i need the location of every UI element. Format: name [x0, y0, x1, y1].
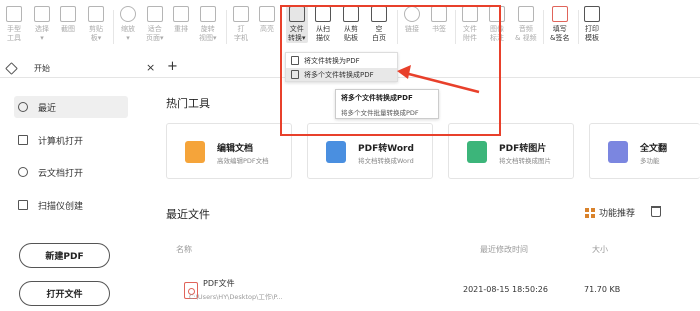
- sidebar-item-scanner-create[interactable]: 扫描仪创建: [14, 194, 128, 216]
- tab-start[interactable]: 开始: [34, 63, 50, 74]
- toolbar-divider: [226, 10, 227, 44]
- reflow-icon: [173, 6, 189, 22]
- clock-icon: [18, 102, 28, 112]
- toolbar-divider: [578, 10, 579, 44]
- zoom-icon: [120, 6, 136, 22]
- clipboard-tool-button[interactable]: 剪贴 板▾: [88, 6, 104, 43]
- table-row[interactable]: PDF文件 C:\Users\HY\Desktop\工作\P... 2021-0…: [166, 270, 660, 306]
- edit-pdf-icon: [185, 141, 205, 163]
- highlight-tool-button[interactable]: 高亮: [259, 6, 275, 34]
- image-icon: [467, 141, 487, 163]
- open-file-button[interactable]: 打开文件: [19, 281, 110, 306]
- fit-page-icon: [146, 6, 163, 22]
- toolbar-divider: [543, 10, 544, 44]
- cloud-icon: [18, 167, 28, 177]
- sidebar-item-computer-open[interactable]: 计算机打开: [14, 129, 128, 151]
- hot-tools-title: 热门工具: [166, 97, 210, 110]
- column-header-modified[interactable]: 最近修改时间: [480, 244, 528, 255]
- full-translate-card[interactable]: 全文翻 多功能: [589, 123, 700, 179]
- screenshot-icon: [60, 6, 76, 22]
- grid-icon: [585, 207, 595, 218]
- annotation-arrow-icon: [397, 65, 480, 94]
- cursor-icon: [34, 6, 50, 22]
- word-icon: [326, 141, 346, 163]
- new-pdf-button[interactable]: 新建PDF: [19, 243, 110, 268]
- screenshot-tool-button[interactable]: 截图: [60, 6, 76, 34]
- highlighter-icon: [259, 6, 275, 22]
- fill-sign-tool-button[interactable]: 填写 &签名: [550, 6, 569, 43]
- edit-document-card[interactable]: 编辑文档 高效编辑PDF文档: [166, 123, 292, 179]
- column-header-name[interactable]: 名称: [176, 244, 192, 255]
- audio-video-tool-button[interactable]: 音频 & 视频: [515, 6, 537, 43]
- printer-icon: [584, 6, 600, 22]
- add-tab-icon[interactable]: +: [167, 59, 178, 74]
- hand-icon: [6, 6, 22, 22]
- rotate-view-tool-button[interactable]: 旋转 视图▾: [199, 6, 217, 43]
- clipboard-icon: [88, 6, 104, 22]
- recent-files-title: 最近文件: [166, 208, 210, 221]
- sidebar-item-recent[interactable]: 最近: [14, 96, 128, 118]
- column-header-size[interactable]: 大小: [592, 244, 608, 255]
- hand-tool-button[interactable]: 手型 工具: [6, 6, 22, 43]
- audio-video-icon: [517, 6, 534, 22]
- computer-icon: [18, 135, 28, 145]
- toolbar-divider: [113, 10, 114, 44]
- fill-sign-icon: [551, 6, 568, 22]
- rotate-icon: [199, 6, 216, 22]
- close-tab-icon[interactable]: ×: [146, 61, 155, 74]
- trash-icon[interactable]: [651, 206, 661, 217]
- fit-page-tool-button[interactable]: 适合 页面▾: [146, 6, 164, 43]
- reflow-tool-button[interactable]: 重排: [173, 6, 189, 34]
- feature-recommend-button[interactable]: 功能推荐: [585, 206, 635, 219]
- typewriter-tool-button[interactable]: 打 字机: [233, 6, 249, 43]
- typewriter-icon: [233, 6, 249, 22]
- scanner-icon: [18, 200, 28, 210]
- translate-icon: [608, 141, 628, 163]
- sidebar-item-cloud-open[interactable]: 云文档打开: [14, 161, 128, 183]
- print-template-tool-button[interactable]: 打印 模板: [584, 6, 600, 43]
- zoom-tool-button[interactable]: 缩放 ▾: [120, 6, 136, 43]
- start-tab-icon: [5, 62, 18, 75]
- select-tool-button[interactable]: 选择 ▾: [34, 6, 50, 43]
